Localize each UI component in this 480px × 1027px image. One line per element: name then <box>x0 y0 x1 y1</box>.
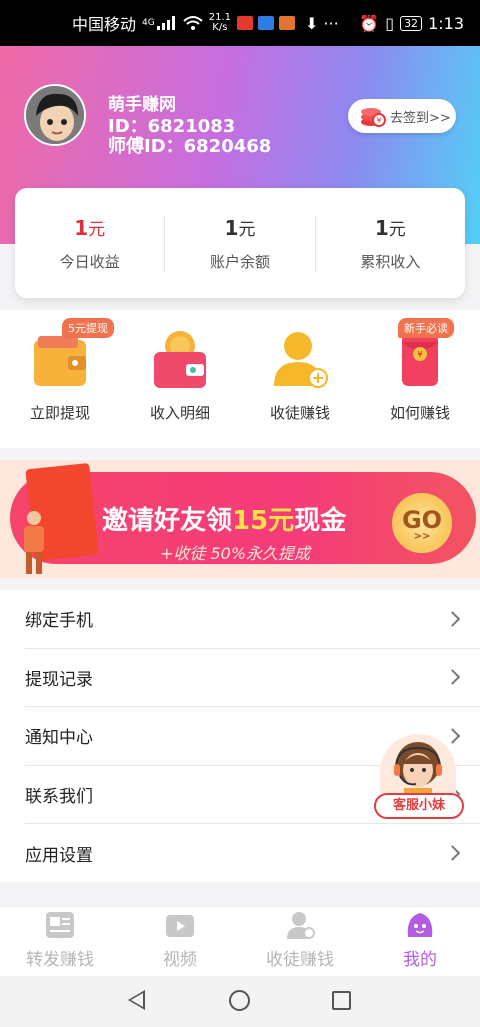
stat-value: 1元 <box>224 215 256 240</box>
tab-label: 视频 <box>163 950 197 970</box>
bottom-tab-bar: 转发赚钱 视频 收徒赚钱 我的 <box>0 906 480 976</box>
home-icon[interactable] <box>229 990 250 1011</box>
newbie-badge: 新手必读 <box>398 318 454 338</box>
stat-today-earnings[interactable]: 1元 今日收益 <box>15 215 164 272</box>
master-id: 师傅ID：6820468 <box>108 136 272 157</box>
action-label: 收入明细 <box>149 404 210 422</box>
network-speed: 21.1 K/s <box>209 13 231 33</box>
svg-text:¥: ¥ <box>417 350 422 359</box>
stat-label: 今日收益 <box>59 252 120 271</box>
signal-icon <box>156 16 175 30</box>
battery-icon: 32 <box>400 15 423 31</box>
menu-label: 绑定手机 <box>25 611 93 632</box>
tab-label: 收徒赚钱 <box>266 950 334 970</box>
banner-title: 邀请好友领15元现金 <box>102 506 347 536</box>
avatar[interactable] <box>24 84 86 146</box>
stat-value: 1元 <box>74 215 106 240</box>
customer-service-avatar <box>380 734 456 800</box>
chevron-right-icon <box>444 669 461 686</box>
speed-unit: K/s <box>212 22 228 33</box>
tab-mine[interactable]: 我的 <box>360 907 480 976</box>
action-withdraw[interactable]: 5元提现 立即提现 <box>0 310 120 448</box>
wifi-icon <box>183 16 203 30</box>
signin-button[interactable]: ¥ 去签到>> <box>348 99 456 133</box>
tab-video[interactable]: 视频 <box>120 907 240 976</box>
carrier-name: 中国移动 <box>72 15 137 34</box>
menu-label: 应用设置 <box>25 845 93 866</box>
profile-face-icon <box>407 913 433 937</box>
action-label: 收徒赚钱 <box>269 404 330 422</box>
system-nav-bar <box>0 976 480 1027</box>
banner-subtitle: +收徒 50%永久提成 <box>160 544 311 563</box>
tab-share-earn[interactable]: 转发赚钱 <box>0 907 120 976</box>
person-illustration <box>24 511 44 574</box>
coin-wallet-icon <box>154 331 206 388</box>
video-icon <box>166 915 194 937</box>
app-notification-icon <box>257 16 274 30</box>
chevron-right-icon <box>444 610 461 627</box>
stat-label: 累积收入 <box>360 252 421 271</box>
download-icon: ⬇ <box>304 13 319 33</box>
signin-label: 去签到>> <box>390 110 451 126</box>
more-icon: ··· <box>323 13 339 33</box>
stat-label: 账户余额 <box>209 252 270 271</box>
article-icon <box>46 912 74 938</box>
go-button[interactable]: GO >> <box>392 493 452 553</box>
menu-bind-phone[interactable]: 绑定手机 <box>25 590 480 649</box>
vibrate-icon: ▯ <box>385 13 395 33</box>
action-label: 如何赚钱 <box>389 404 450 422</box>
coin-stack-icon: ¥ <box>361 108 386 127</box>
action-income-details[interactable]: 收入明细 <box>120 310 240 448</box>
network-type: 4G <box>142 18 155 28</box>
withdraw-badge: 5元提现 <box>62 318 114 338</box>
action-how-to-earn[interactable]: ¥ 新手必读 如何赚钱 <box>360 310 480 448</box>
recent-apps-icon[interactable] <box>332 991 351 1010</box>
menu-withdraw-records[interactable]: 提现记录 <box>25 649 480 707</box>
alarm-icon: ⏰ <box>359 13 380 33</box>
customer-service-label: 客服小妹 <box>374 793 464 819</box>
stat-value: 1元 <box>374 215 406 240</box>
tab-label: 转发赚钱 <box>26 950 94 970</box>
tab-recruit[interactable]: 收徒赚钱 <box>240 907 360 976</box>
app-notification-icon <box>236 16 253 30</box>
menu-label: 提现记录 <box>25 669 93 690</box>
stat-balance[interactable]: 1元 账户余额 <box>164 214 314 272</box>
quick-actions: 5元提现 立即提现 收入明细 收徒赚钱 ¥ 新手必读 如何赚钱 <box>0 310 480 448</box>
chevron-right-icon <box>444 845 461 862</box>
status-bar: 中国移动 4G 21.1 K/s ⬇ ··· ⏰ ▯ 32 1:13 <box>0 0 480 46</box>
clock: 1:13 <box>428 13 464 33</box>
action-recruit[interactable]: 收徒赚钱 <box>240 310 360 448</box>
add-user-icon <box>274 332 328 388</box>
menu-app-settings[interactable]: 应用设置 <box>25 824 480 883</box>
app-notification-icon <box>278 16 295 30</box>
customer-service-button[interactable]: 客服小妹 <box>374 734 466 822</box>
back-icon[interactable] <box>128 990 145 1010</box>
stat-total-income[interactable]: 1元 累积收入 <box>314 214 465 272</box>
menu-label: 联系我们 <box>25 786 93 807</box>
stats-card: 1元 今日收益 1元 账户余额 1元 累积收入 <box>15 188 465 298</box>
tab-label: 我的 <box>403 950 437 970</box>
user-add-icon <box>287 912 315 939</box>
menu-label: 通知中心 <box>25 728 93 749</box>
svg-text:¥: ¥ <box>376 116 381 125</box>
action-label: 立即提现 <box>29 404 90 422</box>
